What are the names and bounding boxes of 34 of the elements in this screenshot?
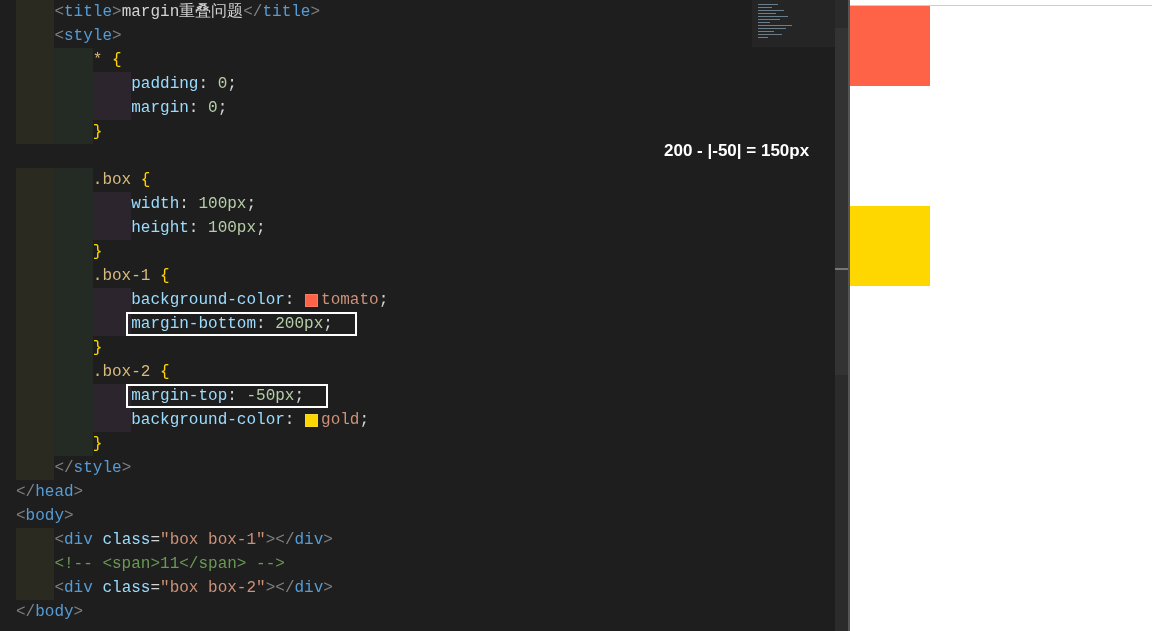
code-text: background-color:	[131, 410, 296, 431]
code-text: <div class="box box-2"></div>	[54, 578, 333, 599]
code-text: gold;	[321, 410, 370, 431]
code-text: .box {	[92, 170, 151, 191]
code-text: .box-2 {	[92, 362, 170, 383]
code-text: height: 100px;	[131, 218, 266, 239]
color-swatch[interactable]	[305, 413, 319, 427]
code-text: .box-1 {	[92, 266, 170, 287]
code-text: <div class="box box-1"></div>	[54, 530, 333, 551]
code-text: tomato;	[321, 290, 389, 311]
code-text: width: 100px;	[131, 194, 257, 215]
code-text: margin: 0;	[131, 98, 228, 119]
code-text: <body>	[16, 506, 74, 527]
code-text: <!-- <span>11</span> -->	[54, 554, 285, 575]
code-text: }	[92, 122, 103, 143]
code-text: * {	[92, 50, 122, 71]
code-text: }	[92, 434, 103, 455]
minimap[interactable]	[752, 0, 835, 47]
code-text: }	[92, 242, 103, 263]
code-text: </body>	[16, 602, 84, 623]
code-text: </head>	[16, 482, 84, 503]
code-text: background-color:	[131, 290, 296, 311]
color-swatch[interactable]	[305, 293, 319, 307]
code-text: padding: 0;	[131, 74, 237, 95]
code-text: margin-top: -50px;	[126, 384, 329, 408]
code-text: <style>	[54, 26, 122, 47]
annotation-text: 200 - |-50| = 150px	[664, 140, 810, 162]
indent-guide	[92, 288, 132, 312]
scrollbar[interactable]	[835, 0, 848, 631]
code-text: margin-bottom: 200px;	[126, 312, 357, 336]
code-text: }	[92, 338, 103, 359]
code-text: </style>	[54, 458, 132, 479]
code-text: <title>margin重叠问题</title>	[54, 2, 321, 23]
indent-guide	[92, 408, 132, 432]
